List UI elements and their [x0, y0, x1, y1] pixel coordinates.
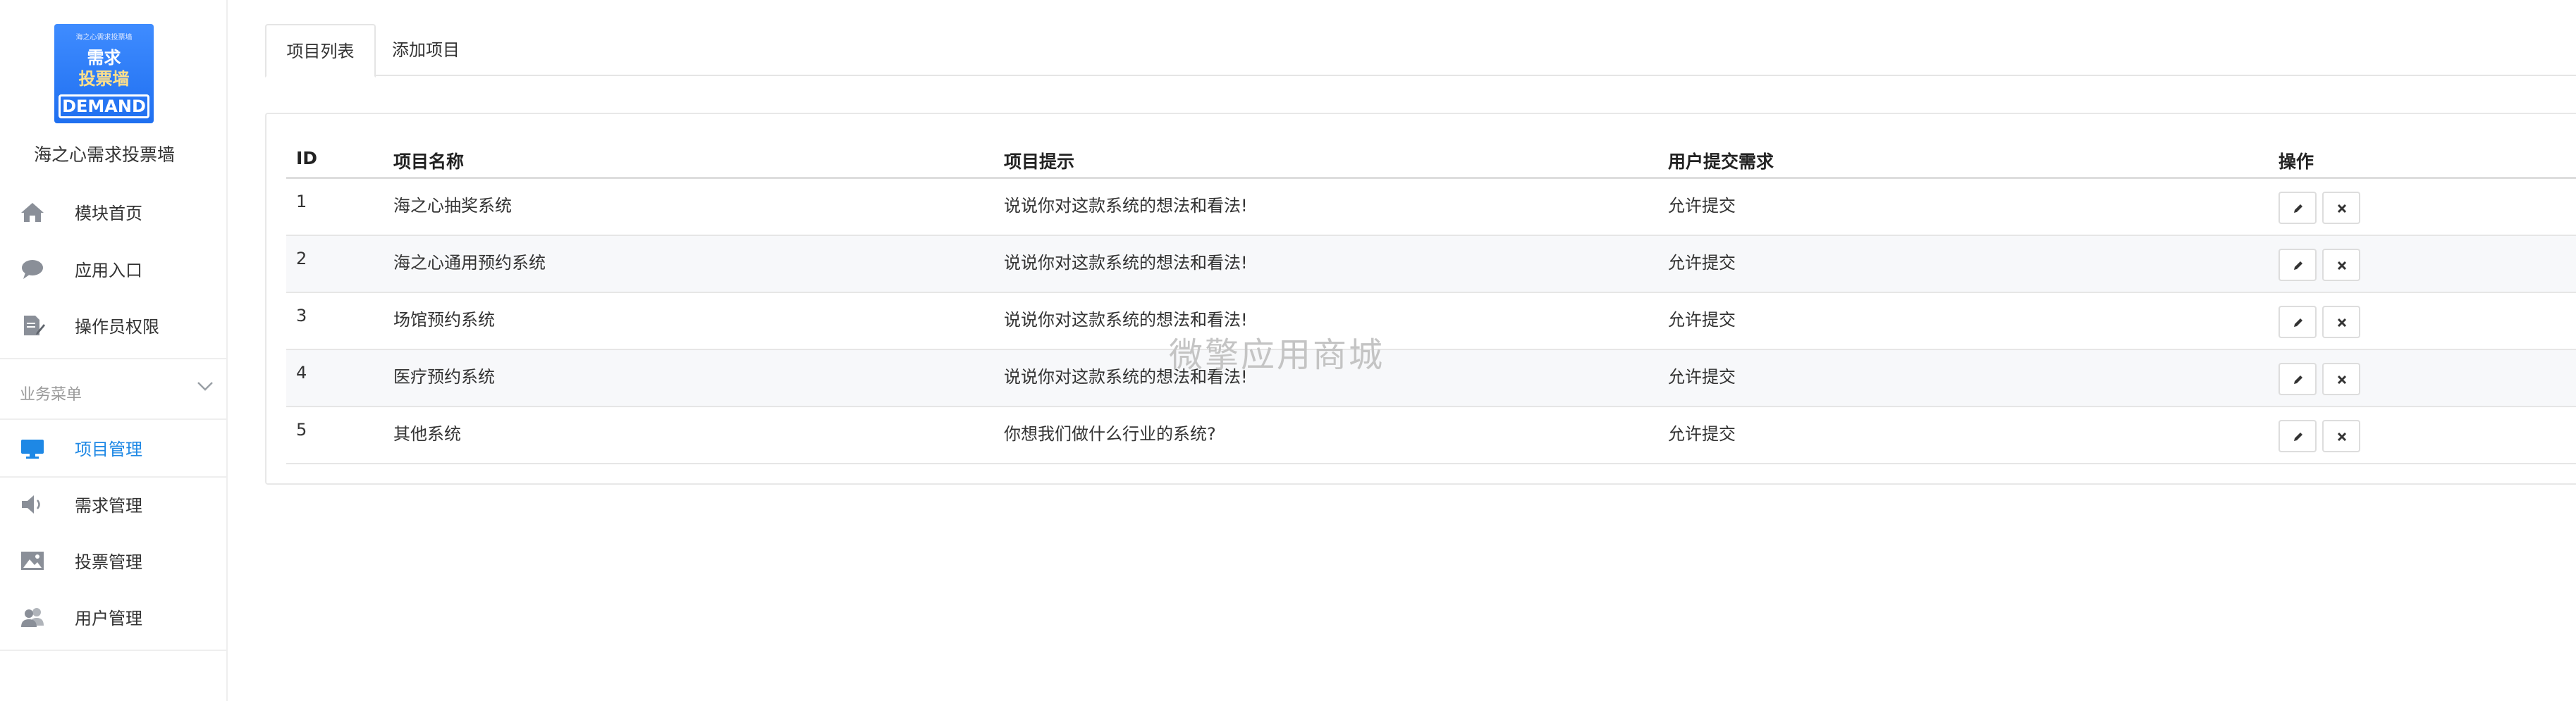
cell-id: 5 — [296, 420, 307, 440]
sidebar-item-label: 模块首页 — [75, 204, 142, 223]
edit-button[interactable] — [2278, 249, 2317, 281]
monitor-icon — [21, 440, 44, 459]
sidebar-item-project-management[interactable]: 项目管理 — [0, 420, 226, 476]
table-row: 1 海之心抽奖系统 说说你对这款系统的想法和看法! 允许提交 — [286, 179, 2576, 236]
app-logo: 海之心需求投票墙 需求 投票墙 DEMAND — [54, 24, 154, 123]
edit-document-icon — [24, 316, 45, 335]
column-header-name: 项目名称 — [393, 151, 465, 172]
table-header: ID 项目名称 项目提示 用户提交需求 操作 — [286, 134, 2576, 179]
cell-id: 4 — [296, 363, 307, 383]
cell-name: 场馆预约系统 — [393, 310, 495, 330]
table-row: 4 医疗预约系统 说说你对这款系统的想法和看法! 允许提交 — [286, 350, 2576, 407]
sidebar-item-home[interactable]: 模块首页 — [0, 184, 226, 240]
app-root: 海之心需求投票墙 需求 投票墙 DEMAND 海之心需求投票墙 模块首页 应用入… — [0, 0, 2576, 701]
sidebar-item-label: 应用入口 — [75, 261, 142, 280]
chevron-down-icon[interactable] — [196, 379, 214, 393]
edit-button[interactable] — [2278, 192, 2317, 224]
sidebar-item-label: 需求管理 — [75, 496, 142, 516]
table-row: 2 海之心通用预约系统 说说你对这款系统的想法和看法! 允许提交 — [286, 236, 2576, 293]
logo-line-2: 投票墙 — [78, 69, 130, 89]
table-body: 1 海之心抽奖系统 说说你对这款系统的想法和看法! 允许提交 2 海之心通用预约系统 说说你… — [286, 179, 2576, 464]
project-table-panel: ID 项目名称 项目提示 用户提交需求 操作 1 海之心抽奖系统 说说你对这款系统的… — [265, 113, 2576, 485]
users-icon — [21, 608, 44, 627]
sidebar-divider — [0, 650, 226, 651]
delete-button[interactable] — [2322, 363, 2360, 395]
delete-button[interactable] — [2322, 192, 2360, 224]
cell-name: 医疗预约系统 — [393, 367, 495, 387]
home-icon — [21, 203, 44, 222]
edit-button[interactable] — [2278, 363, 2317, 395]
logo-bottom-text: DEMAND — [59, 94, 149, 118]
menu-group-title[interactable]: 业务菜单 — [20, 382, 82, 404]
tab-project-list[interactable]: 项目列表 — [265, 24, 376, 77]
column-header-id: ID — [296, 148, 318, 168]
table-row: 3 场馆预约系统 说说你对这款系统的想法和看法! 允许提交 — [286, 293, 2576, 350]
column-header-actions: 操作 — [2278, 151, 2314, 172]
edit-button[interactable] — [2278, 306, 2317, 338]
cell-name: 其他系统 — [393, 424, 461, 444]
tab-add-project[interactable]: 添加项目 — [376, 24, 476, 76]
column-header-hint: 项目提示 — [1004, 151, 1075, 172]
cell-submit: 允许提交 — [1668, 196, 1736, 216]
cell-hint: 说说你对这款系统的想法和看法! — [1004, 196, 1248, 216]
sidebar-item-demand-management[interactable]: 需求管理 — [0, 476, 226, 533]
picture-icon — [21, 552, 44, 570]
cell-id: 2 — [296, 249, 307, 268]
cell-submit: 允许提交 — [1668, 253, 1736, 273]
cell-submit: 允许提交 — [1668, 424, 1736, 444]
sidebar-item-operator-permissions[interactable]: 操作员权限 — [0, 297, 226, 354]
cell-submit: 允许提交 — [1668, 310, 1736, 330]
table-row: 5 其他系统 你想我们做什么行业的系统? 允许提交 — [286, 407, 2576, 464]
speaker-icon — [22, 495, 40, 514]
chat-bubble-icon — [22, 260, 43, 279]
cell-id: 3 — [296, 306, 307, 325]
sidebar-divider — [0, 358, 226, 359]
project-table: ID 项目名称 项目提示 用户提交需求 操作 1 海之心抽奖系统 说说你对这款系统的… — [286, 134, 2576, 464]
delete-button[interactable] — [2322, 420, 2360, 452]
sidebar-item-vote-management[interactable]: 投票管理 — [0, 533, 226, 589]
sidebar-item-label: 用户管理 — [75, 609, 142, 628]
edit-button[interactable] — [2278, 420, 2317, 452]
brand-name: 海之心需求投票墙 — [33, 144, 175, 165]
sidebar-item-user-management[interactable]: 用户管理 — [0, 589, 226, 645]
sidebar: 海之心需求投票墙 需求 投票墙 DEMAND 海之心需求投票墙 模块首页 应用入… — [0, 0, 228, 701]
delete-button[interactable] — [2322, 306, 2360, 338]
logo-top-text: 海之心需求投票墙 — [75, 34, 133, 42]
watermark: 微擎应用商城 — [1169, 335, 1385, 375]
sidebar-item-label: 操作员权限 — [75, 317, 159, 337]
cell-id: 1 — [296, 192, 307, 211]
cell-hint: 你想我们做什么行业的系统? — [1004, 424, 1216, 444]
delete-button[interactable] — [2322, 249, 2360, 281]
sidebar-item-app-entry[interactable]: 应用入口 — [0, 241, 226, 297]
cell-name: 海之心抽奖系统 — [393, 196, 512, 216]
tab-bar: 项目列表 添加项目 — [265, 24, 2576, 77]
cell-hint: 说说你对这款系统的想法和看法! — [1004, 253, 1248, 273]
sidebar-item-label: 项目管理 — [75, 440, 142, 459]
cell-name: 海之心通用预约系统 — [393, 253, 546, 273]
cell-submit: 允许提交 — [1668, 367, 1736, 387]
sidebar-item-label: 投票管理 — [75, 552, 142, 572]
column-header-submit: 用户提交需求 — [1668, 151, 1774, 172]
